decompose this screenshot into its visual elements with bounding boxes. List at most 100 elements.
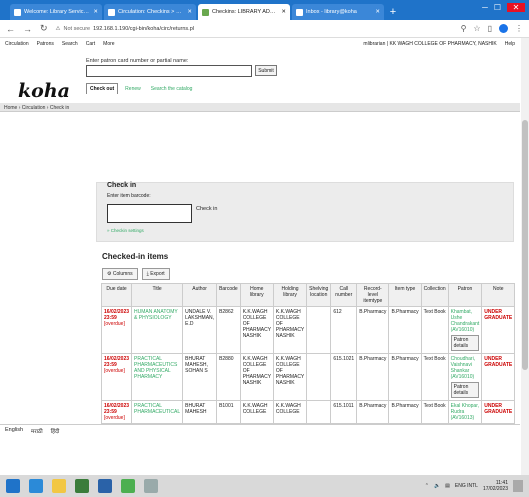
cell-note: UNDER GRADUATE — [481, 306, 516, 354]
col-barcode[interactable]: Barcode — [216, 283, 241, 307]
browser-tab[interactable]: Circulation: Checkins > Patron✕ — [104, 4, 196, 20]
notification-icon[interactable] — [513, 480, 523, 492]
cell-call: 612 — [330, 306, 358, 354]
browser-tab-bar: Welcome: Library Services - Li✕ Circulat… — [0, 0, 529, 20]
tab-check-out[interactable]: Check out — [86, 83, 119, 94]
windows-taskbar: ⌃ 🔈 ▤ ENG INTL 11:41 17/02/2023 — [0, 475, 529, 497]
cell-call: 615.1011 — [330, 400, 358, 424]
cell-barcode: B2880 — [216, 353, 241, 401]
col-author[interactable]: Author — [182, 283, 218, 307]
tab-close-icon[interactable]: ✕ — [281, 9, 286, 15]
patron-search-input[interactable] — [86, 65, 252, 77]
cell-call: 615.1021 — [330, 353, 358, 401]
maximize-icon[interactable]: ☐ — [494, 3, 501, 12]
patron-details-button[interactable]: Patron details — [450, 335, 480, 351]
nav-cart[interactable]: Cart — [86, 41, 95, 47]
menu-dots-icon[interactable]: ⋮ — [515, 24, 523, 33]
cell-home: K.K.WAGH COLLEGE OF PHARMACY NASHIK — [239, 306, 274, 354]
cell-home: K.K.WAGH COLLEGE OF PHARMACY NASHIK — [239, 353, 274, 401]
nav-right: mlibrarian | KK WAGH COLLEGE OF PHARMACY… — [363, 41, 515, 47]
tab-renew[interactable]: Renew — [122, 84, 144, 94]
zoom-icon[interactable]: ⚲ — [461, 24, 467, 33]
export-button[interactable]: ⤓ Export — [141, 268, 170, 280]
tab-favicon-icon — [108, 8, 115, 16]
cell-title[interactable]: HUMAN ANATOMY & PHYSIOLOGY — [131, 306, 184, 354]
col-due-date[interactable]: Due date — [100, 283, 133, 307]
checkin-settings-link[interactable]: » Checkin settings — [107, 228, 144, 233]
col-item-type[interactable]: Item type — [388, 283, 422, 307]
barcode-input[interactable] — [107, 204, 192, 223]
logged-in-user[interactable]: mlibrarian | KK WAGH COLLEGE OF PHARMACY… — [363, 41, 496, 47]
tray-up-arrow-icon[interactable]: ⌃ — [425, 483, 429, 489]
table-toolbar: ⚙ Columns ⤓ Export — [102, 268, 170, 280]
tab-favicon-icon — [14, 8, 21, 16]
page-scrollbar-thumb[interactable] — [522, 120, 528, 370]
col-record-itemtype[interactable]: Record-level itemtype — [356, 283, 390, 307]
file-explorer-icon[interactable] — [52, 479, 66, 493]
cell-collection: Text Book — [420, 400, 449, 424]
col-collection[interactable]: Collection — [420, 283, 449, 307]
cell-item-type: B.Pharmacy — [388, 400, 422, 424]
cell-author: BHURAT MAHESH — [182, 400, 218, 424]
lang-hindi[interactable]: हिंदी — [51, 427, 60, 435]
col-home-library[interactable]: Home library — [239, 283, 274, 307]
browser-tab[interactable]: Welcome: Library Services - Li✕ — [10, 4, 102, 20]
nav-patrons[interactable]: Patrons — [37, 41, 54, 47]
nav-circulation[interactable]: Circulation — [5, 41, 29, 47]
patron-submit-button[interactable]: Submit — [255, 65, 277, 76]
edge-icon[interactable] — [29, 479, 43, 493]
checkin-title: Check in — [107, 182, 137, 189]
volume-icon[interactable]: 🔈 — [434, 483, 440, 489]
chrome-icon[interactable] — [121, 479, 135, 493]
url-field[interactable]: ⚠ Not secure 192.168.1.190/cgi-bin/koha/… — [56, 23, 453, 35]
profile-avatar[interactable] — [499, 24, 508, 33]
new-tab-button[interactable]: + — [386, 5, 400, 19]
col-holding-library[interactable]: Holding library — [272, 283, 308, 307]
minimize-icon[interactable]: ─ — [482, 3, 488, 12]
nav-help[interactable]: Help — [505, 41, 515, 47]
tab-close-icon[interactable]: ✕ — [375, 9, 380, 15]
clock[interactable]: 11:41 17/02/2023 — [483, 480, 508, 492]
network-icon[interactable]: ▤ — [445, 483, 450, 489]
tab-search-catalog[interactable]: Search the catalog — [148, 84, 196, 94]
koha-top-nav: Circulation Patrons Search Cart More mli… — [0, 38, 520, 49]
koha-logo[interactable]: koha — [18, 80, 70, 102]
logo-text: koha — [18, 80, 70, 102]
reload-icon[interactable]: ↻ — [40, 23, 48, 34]
bing-icon[interactable] — [98, 479, 112, 493]
checkin-barcode-label: Enter item barcode: — [107, 193, 151, 199]
col-shelving[interactable]: Shelving location — [306, 283, 332, 307]
close-window-icon[interactable]: ✕ — [507, 3, 525, 12]
tab-close-icon[interactable]: ✕ — [187, 9, 192, 15]
nav-more[interactable]: More — [103, 41, 114, 47]
input-language[interactable]: ENG INTL — [455, 483, 478, 489]
nav-search[interactable]: Search — [62, 41, 78, 47]
cell-patron: Ekal Khopar, Rudra (AV16013) — [447, 400, 483, 424]
forward-icon[interactable]: → — [23, 24, 32, 34]
patron-details-button[interactable]: Patron details — [450, 382, 480, 398]
lang-marathi[interactable]: मराठी — [31, 427, 43, 435]
col-patron[interactable]: Patron — [447, 283, 483, 307]
cell-holding: K.K.WAGH COLLEGE OF PHARMACY NASHIK — [272, 306, 308, 354]
browser-tab[interactable]: Inbox - library@koha ✕ — [292, 4, 384, 20]
cell-author: BHURAT MAHESH, SOHAN S — [182, 353, 218, 401]
windows-start-icon[interactable] — [6, 479, 20, 493]
cell-author: UNDALE V. LAKSHMAN, E.D — [182, 306, 218, 354]
back-icon[interactable]: ← — [6, 24, 15, 34]
notepad-icon[interactable] — [144, 479, 158, 493]
col-title[interactable]: Title — [131, 283, 184, 307]
browser-tab-active[interactable]: Checkins: LIBRARY ADMIN ✕ — [198, 4, 290, 20]
cell-shelving — [306, 306, 332, 354]
split-view-icon[interactable]: ▯ — [488, 24, 492, 33]
cell-patron: Khambat, Ushe Chandrakant (AV16010) Patro… — [447, 306, 483, 354]
cell-title[interactable]: PRACTICAL PHARMACEUTICS AND PHYSICAL PHA… — [131, 353, 184, 401]
col-call-number[interactable]: Call number — [330, 283, 358, 307]
columns-button[interactable]: ⚙ Columns — [102, 268, 138, 280]
checkin-submit-button[interactable]: Check in — [196, 206, 217, 212]
cell-title[interactable]: PRACTICAL PHARMACEUTICAL — [131, 400, 184, 424]
store-icon[interactable] — [75, 479, 89, 493]
tab-close-icon[interactable]: ✕ — [93, 9, 98, 15]
col-note[interactable]: Note — [481, 283, 516, 307]
bookmark-star-icon[interactable]: ☆ — [473, 24, 480, 33]
lang-english[interactable]: English — [5, 427, 23, 433]
